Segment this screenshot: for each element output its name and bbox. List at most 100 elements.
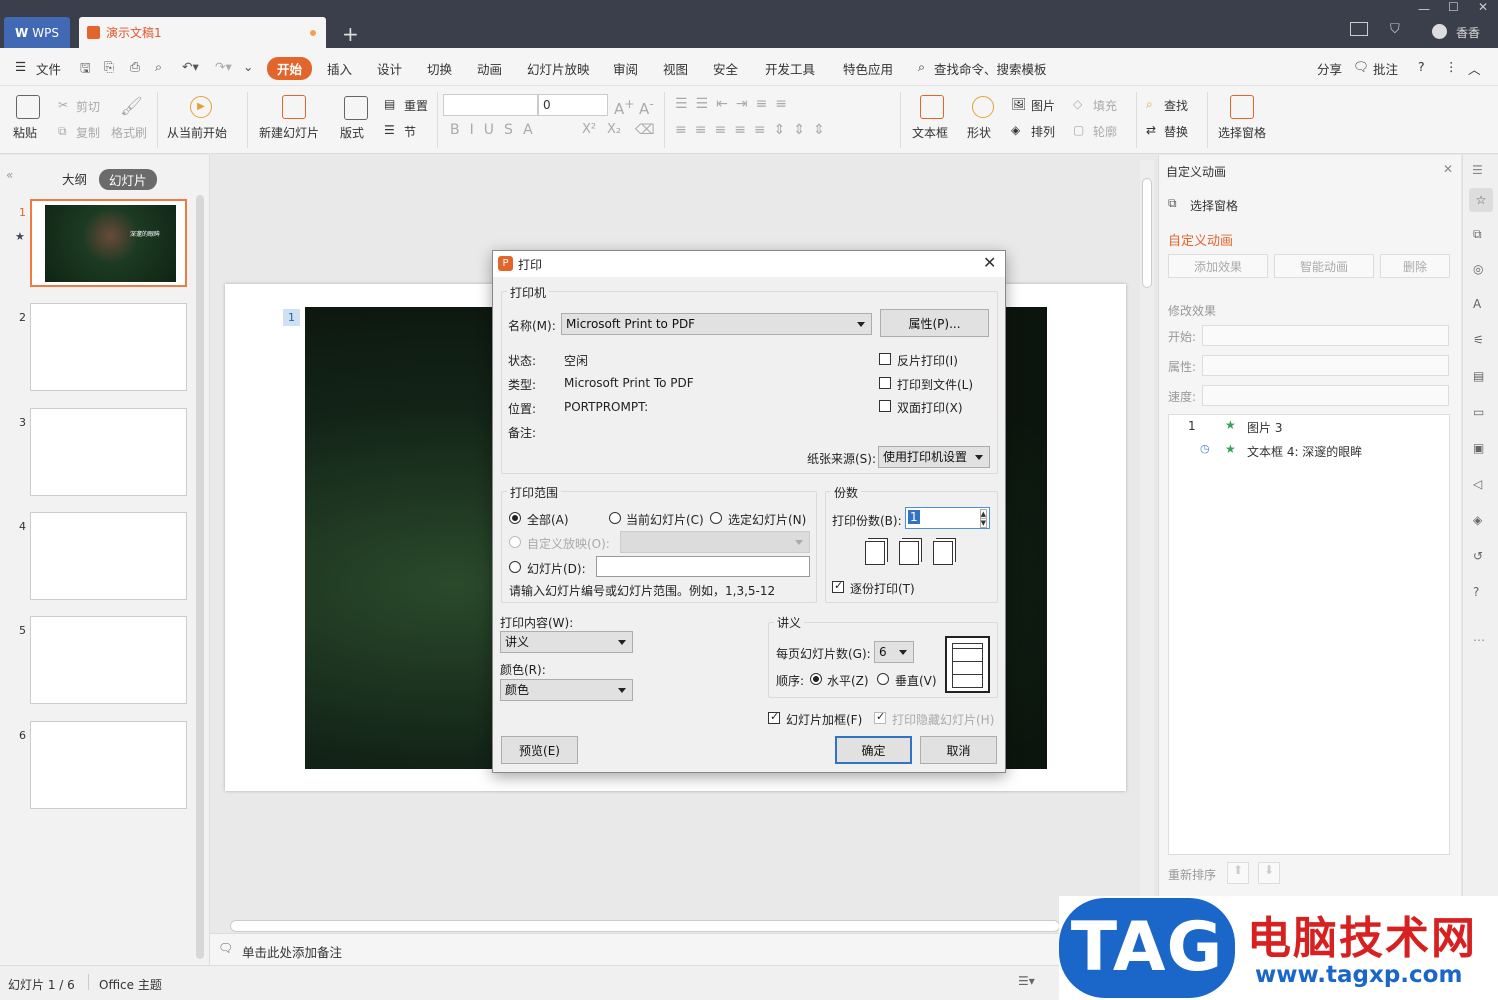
animation-star-icon[interactable]: ☆: [1469, 188, 1493, 212]
horizontal-label[interactable]: 水平(Z): [827, 672, 869, 689]
select-pane-link[interactable]: 选择窗格: [1190, 197, 1238, 214]
slides-range-input[interactable]: [596, 556, 810, 577]
arrange-button[interactable]: 排列: [1031, 123, 1055, 140]
menu-start[interactable]: 开始: [267, 57, 313, 80]
superscript-icon[interactable]: X²: [582, 122, 596, 137]
avatar[interactable]: [1432, 24, 1447, 39]
layout-button[interactable]: 版式: [340, 124, 364, 141]
slide-thumbnail-1[interactable]: 深邃的眼眸: [30, 199, 187, 287]
help-icon[interactable]: ?: [1473, 585, 1479, 599]
reverse-print-checkbox[interactable]: [879, 353, 891, 365]
shape-tool-icon[interactable]: ⧉: [1473, 227, 1482, 242]
share-button[interactable]: 分享: [1317, 59, 1342, 78]
slide-thumbnail-5[interactable]: [30, 616, 187, 704]
print-hidden-checkbox[interactable]: [874, 710, 886, 724]
menu-view[interactable]: 视图: [663, 59, 688, 78]
vertical-label[interactable]: 垂直(V): [895, 672, 937, 689]
collapse-ribbon-icon[interactable]: ︿: [1468, 59, 1481, 78]
notes-placeholder[interactable]: 单击此处添加备注: [242, 942, 342, 961]
slide-thumbnail-2[interactable]: [30, 303, 187, 391]
frame-slides-label[interactable]: 幻灯片加框(F): [786, 711, 862, 728]
print-to-file-label[interactable]: 打印到文件(L): [897, 376, 973, 393]
collapse-pane-icon[interactable]: «: [6, 168, 13, 182]
cancel-button[interactable]: 取消: [920, 736, 997, 764]
search-icon[interactable]: ⌕: [918, 59, 925, 75]
vertical-radio[interactable]: [877, 673, 889, 685]
command-search[interactable]: 查找命令、搜索模板: [934, 59, 1047, 78]
printer-name-select[interactable]: Microsoft Print to PDF: [561, 313, 872, 335]
slide-thumbnail-4[interactable]: [30, 512, 187, 600]
more-icon[interactable]: ⋯: [1473, 633, 1485, 647]
undo-icon[interactable]: ↶▾: [182, 59, 199, 74]
pane-close-icon[interactable]: ✕: [1443, 162, 1453, 176]
paragraph-align-icons[interactable]: ≡≡≡≡≡⇕⇕⇕: [675, 122, 833, 138]
reset-button[interactable]: 重置: [404, 97, 428, 114]
range-current-label[interactable]: 当前幻灯片(C): [626, 511, 704, 528]
document-tab[interactable]: 演示文稿1: [79, 17, 326, 48]
font-size-input[interactable]: 0: [538, 94, 608, 116]
move-down-icon[interactable]: ⬇: [1258, 862, 1280, 884]
pane-title[interactable]: 自定义动画: [1166, 163, 1226, 180]
custom-show-select[interactable]: [620, 531, 810, 553]
range-all-label[interactable]: 全部(A): [527, 511, 569, 528]
range-current-radio[interactable]: [609, 512, 621, 524]
paste-icon[interactable]: [16, 95, 40, 119]
save-icon[interactable]: 🖫: [80, 59, 91, 80]
range-custom-radio[interactable]: [509, 536, 521, 548]
start-select[interactable]: [1202, 325, 1449, 346]
find-button[interactable]: 查找: [1164, 97, 1188, 114]
animation-list[interactable]: [1168, 414, 1450, 855]
text-format-icons[interactable]: BIUSA: [450, 122, 543, 138]
user-name[interactable]: 香香: [1456, 24, 1480, 41]
print-hidden-label[interactable]: 打印隐藏幻灯片(H): [892, 711, 994, 728]
preview-button[interactable]: 预览(E): [501, 736, 578, 764]
replace-button[interactable]: 替换: [1164, 123, 1188, 140]
quick-access-dropdown-icon[interactable]: ⌄: [243, 59, 253, 74]
collate-checkbox[interactable]: [832, 579, 844, 593]
shape-button[interactable]: 形状: [967, 124, 991, 141]
menu-slideshow[interactable]: 幻灯片放映: [527, 59, 590, 78]
add-effect-button[interactable]: 添加效果: [1168, 254, 1268, 278]
copy-button[interactable]: 复制: [76, 124, 100, 141]
wps-home-tab[interactable]: W WPS: [4, 17, 70, 48]
text-tool-icon[interactable]: A: [1473, 297, 1481, 311]
paragraph-list-icons[interactable]: ☰☰⇤⇥≡≡: [675, 96, 795, 112]
animation-item[interactable]: 图片 3: [1247, 419, 1282, 436]
delete-button[interactable]: 删除: [1380, 254, 1450, 278]
adjust-icon[interactable]: ⚟: [1473, 333, 1484, 347]
increase-font-icon[interactable]: A+: [614, 96, 635, 118]
from-current-button[interactable]: 从当前开始: [167, 124, 227, 141]
range-slides-label[interactable]: 幻灯片(D):: [527, 560, 586, 577]
gallery-icon[interactable]: ▤: [1473, 369, 1484, 383]
theme-name[interactable]: Office 主题: [99, 976, 162, 993]
notes-toggle-icon[interactable]: ☰▾: [1018, 974, 1035, 988]
clear-format-icon[interactable]: ⌫: [635, 122, 655, 138]
frame-slides-checkbox[interactable]: [768, 710, 780, 724]
menu-transition[interactable]: 切换: [427, 59, 452, 78]
print-icon[interactable]: ⎙: [130, 59, 140, 75]
new-slide-button[interactable]: 新建幻灯片: [259, 124, 319, 141]
scroll-thumb[interactable]: [1142, 178, 1152, 288]
thumbnail-scrollbar[interactable]: [196, 195, 204, 959]
export-icon[interactable]: ⎘: [104, 59, 114, 75]
slide-thumbnail-6[interactable]: [30, 721, 187, 809]
print-preview-icon[interactable]: ⌕: [155, 59, 162, 75]
color-select[interactable]: 颜色: [500, 679, 633, 701]
fill-button[interactable]: 填充: [1093, 97, 1117, 114]
font-name-input[interactable]: [443, 94, 538, 116]
subscript-icon[interactable]: X₂: [607, 122, 621, 137]
menu-lines-icon[interactable]: ☰: [1472, 163, 1483, 177]
menu-design[interactable]: 设计: [377, 59, 402, 78]
cut-button[interactable]: 剪切: [76, 98, 100, 115]
horizontal-radio[interactable]: [810, 673, 822, 685]
hamburger-icon[interactable]: ☰: [15, 59, 26, 74]
horizontal-scrollbar[interactable]: [230, 920, 1060, 932]
menu-special[interactable]: 特色应用: [843, 59, 893, 78]
select-pane-button[interactable]: 选择窗格: [1218, 124, 1266, 141]
slide-thumbnail-3[interactable]: [30, 408, 187, 496]
skin-icon[interactable]: ⛉: [1390, 22, 1400, 37]
range-selected-label[interactable]: 选定幻灯片(N): [728, 511, 806, 528]
shield-icon[interactable]: ◈: [1473, 513, 1482, 527]
section-button[interactable]: 节: [404, 123, 416, 140]
box-icon[interactable]: ▭: [1473, 405, 1484, 419]
